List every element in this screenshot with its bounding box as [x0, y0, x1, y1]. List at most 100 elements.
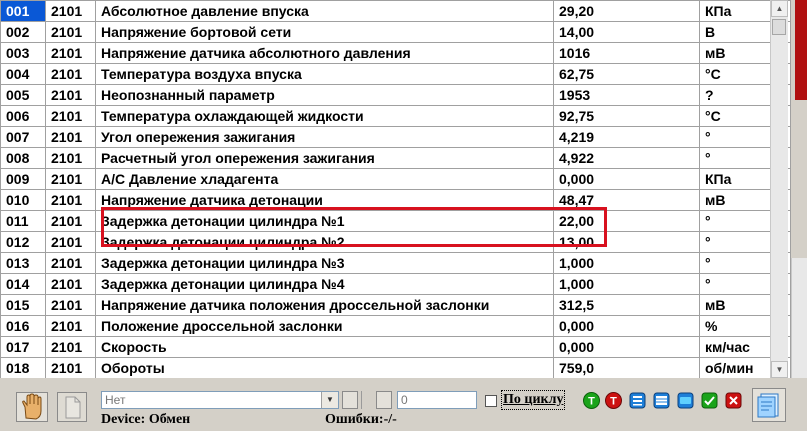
row-code-cell[interactable]: 2101: [45, 189, 96, 211]
green-t-button[interactable]: T: [583, 392, 600, 409]
row-code-cell[interactable]: 2101: [45, 42, 96, 64]
row-code-cell[interactable]: 2101: [45, 126, 96, 148]
row-name-cell[interactable]: Задержка детонации цилиндра №2: [95, 231, 554, 253]
row-code-cell[interactable]: 2101: [45, 0, 96, 22]
row-name-cell[interactable]: A/C Давление хладагента: [95, 168, 554, 190]
row-value-cell[interactable]: 1,000: [553, 273, 700, 295]
table-row[interactable]: 001 2101 Абсолютное давление впуска 29,20 КП…: [0, 0, 791, 22]
row-value-cell[interactable]: 13,00: [553, 231, 700, 253]
small-button-1[interactable]: [342, 391, 358, 409]
row-id-cell[interactable]: 005: [0, 84, 46, 106]
row-id-cell[interactable]: 003: [0, 42, 46, 64]
row-code-cell[interactable]: 2101: [45, 294, 96, 316]
row-id-cell[interactable]: 017: [0, 336, 46, 358]
row-value-cell[interactable]: 29,20: [553, 0, 700, 22]
panel-view-button[interactable]: [677, 392, 694, 409]
row-name-cell[interactable]: Положение дроссельной заслонки: [95, 315, 554, 337]
table-row[interactable]: 005 2101 Неопознанный параметр 1953?: [0, 84, 791, 106]
row-value-cell[interactable]: 312,5: [553, 294, 700, 316]
row-id-cell[interactable]: 015: [0, 294, 46, 316]
row-name-cell[interactable]: Задержка детонации цилиндра №1: [95, 210, 554, 232]
parameters-grid[interactable]: 001 2101 Абсолютное давление впуска 29,20 КП…: [0, 0, 791, 378]
row-code-cell[interactable]: 2101: [45, 210, 96, 232]
row-name-cell[interactable]: Напряжение датчика детонации: [95, 189, 554, 211]
cycle-checkbox[interactable]: [485, 395, 497, 407]
table-row[interactable]: 007 2101 Угол опережения зажигания 4,219 °: [0, 126, 791, 148]
row-id-cell[interactable]: 012: [0, 231, 46, 253]
row-id-cell[interactable]: 018: [0, 357, 46, 378]
row-name-cell[interactable]: Температура охлаждающей жидкости: [95, 105, 554, 127]
row-value-cell[interactable]: 14,00: [553, 21, 700, 43]
row-id-cell[interactable]: 013: [0, 252, 46, 274]
row-name-cell[interactable]: Температура воздуха впуска: [95, 63, 554, 85]
table-row[interactable]: 006 2101 Температура охлаждающей жидкости 9…: [0, 105, 791, 127]
row-code-cell[interactable]: 2101: [45, 231, 96, 253]
table-row[interactable]: 002 2101 Напряжение бортовой сети 14,00 В: [0, 21, 791, 43]
row-code-cell[interactable]: 2101: [45, 21, 96, 43]
table-row[interactable]: 004 2101 Температура воздуха впуска 62,75 °C: [0, 63, 791, 85]
row-code-cell[interactable]: 2101: [45, 336, 96, 358]
row-name-cell[interactable]: Напряжение датчика положения дроссельной…: [95, 294, 554, 316]
row-id-cell[interactable]: 001: [0, 0, 46, 22]
row-value-cell[interactable]: 0,000: [553, 336, 700, 358]
row-name-cell[interactable]: Абсолютное давление впуска: [95, 0, 554, 22]
row-id-cell[interactable]: 002: [0, 21, 46, 43]
row-value-cell[interactable]: 1016: [553, 42, 700, 64]
row-code-cell[interactable]: 2101: [45, 252, 96, 274]
scroll-thumb[interactable]: [772, 19, 786, 35]
row-code-cell[interactable]: 2101: [45, 315, 96, 337]
row-name-cell[interactable]: Напряжение бортовой сети: [95, 21, 554, 43]
row-value-cell[interactable]: 92,75: [553, 105, 700, 127]
row-value-cell[interactable]: 0,000: [553, 315, 700, 337]
table-row[interactable]: 015 2101 Напряжение датчика положения дрос…: [0, 294, 791, 316]
table-row[interactable]: 003 2101 Напряжение датчика абсолютного да…: [0, 42, 791, 64]
row-name-cell[interactable]: Задержка детонации цилиндра №3: [95, 252, 554, 274]
table-row[interactable]: 008 2101 Расчетный угол опережения зажиган…: [0, 147, 791, 169]
row-code-cell[interactable]: 2101: [45, 105, 96, 127]
row-code-cell[interactable]: 2101: [45, 63, 96, 85]
row-code-cell[interactable]: 2101: [45, 168, 96, 190]
scroll-up-arrow-icon[interactable]: ▲: [771, 0, 788, 17]
table-row[interactable]: 012 2101 Задержка детонации цилиндра №2 13,…: [0, 231, 791, 253]
table-row[interactable]: 009 2101 A/C Давление хладагента 0,000 КПа: [0, 168, 791, 190]
table-view-button[interactable]: [653, 392, 670, 409]
row-code-cell[interactable]: 2101: [45, 147, 96, 169]
chevron-down-icon[interactable]: ▼: [321, 392, 338, 408]
row-id-cell[interactable]: 008: [0, 147, 46, 169]
scroll-down-arrow-icon[interactable]: ▼: [771, 361, 788, 378]
row-name-cell[interactable]: Угол опережения зажигания: [95, 126, 554, 148]
row-code-cell[interactable]: 2101: [45, 273, 96, 295]
row-id-cell[interactable]: 007: [0, 126, 46, 148]
cancel-button[interactable]: [725, 392, 742, 409]
row-name-cell[interactable]: Напряжение датчика абсолютного давления: [95, 42, 554, 64]
row-code-cell[interactable]: 2101: [45, 84, 96, 106]
row-value-cell[interactable]: 48,47: [553, 189, 700, 211]
row-value-cell[interactable]: 4,922: [553, 147, 700, 169]
table-row[interactable]: 018 2101 Обороты 759,0 об/мин: [0, 357, 791, 378]
row-name-cell[interactable]: Задержка детонации цилиндра №4: [95, 273, 554, 295]
table-row[interactable]: 014 2101 Задержка детонации цилиндра №4 1,0…: [0, 273, 791, 295]
row-value-cell[interactable]: 62,75: [553, 63, 700, 85]
row-value-cell[interactable]: 4,219: [553, 126, 700, 148]
hand-button[interactable]: [16, 392, 48, 422]
row-id-cell[interactable]: 016: [0, 315, 46, 337]
list-view-button[interactable]: [629, 392, 646, 409]
row-name-cell[interactable]: Обороты: [95, 357, 554, 378]
row-name-cell[interactable]: Скорость: [95, 336, 554, 358]
row-name-cell[interactable]: Неопознанный параметр: [95, 84, 554, 106]
row-value-cell[interactable]: 0,000: [553, 168, 700, 190]
row-id-cell[interactable]: 011: [0, 210, 46, 232]
cycle-label[interactable]: По циклу: [500, 390, 566, 410]
row-name-cell[interactable]: Расчетный угол опережения зажигания: [95, 147, 554, 169]
vertical-scrollbar[interactable]: ▲ ▼: [770, 0, 788, 378]
row-code-cell[interactable]: 2101: [45, 357, 96, 378]
row-value-cell[interactable]: 1953: [553, 84, 700, 106]
table-row[interactable]: 010 2101 Напряжение датчика детонации 48,47…: [0, 189, 791, 211]
small-button-2[interactable]: [376, 391, 392, 409]
row-id-cell[interactable]: 009: [0, 168, 46, 190]
save-report-button[interactable]: [752, 388, 786, 422]
red-t-button[interactable]: T: [605, 392, 622, 409]
row-id-cell[interactable]: 010: [0, 189, 46, 211]
row-value-cell[interactable]: 1,000: [553, 252, 700, 274]
table-row[interactable]: 016 2101 Положение дроссельной заслонки 0,0…: [0, 315, 791, 337]
